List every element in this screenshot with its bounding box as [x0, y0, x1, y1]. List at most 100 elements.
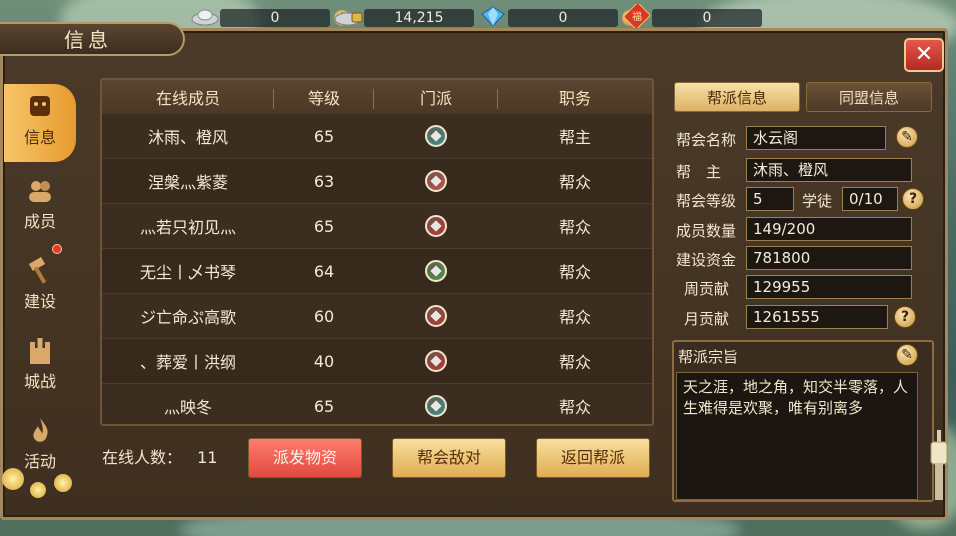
online-count: 在线人数： 11 [102, 444, 217, 468]
apprentice-label: 学徒 [802, 192, 833, 210]
sect-emblem-icon [425, 260, 447, 282]
guild-level-label: 帮会等级 [676, 192, 737, 210]
funds-field: 781800 [746, 246, 912, 270]
nav-label-citywar: 城战 [23, 372, 56, 391]
table-row[interactable]: 、葬爱丨洪纲 40 帮众 [102, 339, 652, 384]
purpose-text: 天之涯，地之角，知交半零落，人生难得是欢聚，唯有别离多 [676, 372, 918, 500]
tab-guild-info[interactable]: 帮派信息 [674, 82, 800, 112]
diamond-icon [478, 4, 508, 28]
members-count-label: 成员数量 [676, 222, 737, 240]
monthly-contribution-field: 1261555 [746, 305, 888, 329]
member-level: 40 [313, 351, 335, 371]
nav-label-info: 信息 [23, 128, 56, 147]
fortune-value: 0 [652, 8, 762, 27]
sect-emblem-icon [425, 350, 447, 372]
online-value: 11 [197, 448, 218, 467]
member-role: 帮众 [558, 353, 591, 372]
flame-icon [24, 416, 56, 446]
online-label: 在线人数： [102, 448, 183, 467]
header-sect: 门派 [374, 85, 498, 109]
edit-purpose-icon[interactable]: ✎ [896, 344, 918, 366]
monthly-contribution-label: 月贡献 [684, 310, 730, 328]
member-role: 帮主 [558, 128, 591, 147]
notification-dot [52, 244, 62, 254]
table-row[interactable]: 灬若只初见灬 65 帮众 [102, 204, 652, 249]
table-body: 沐雨、橙风 65 帮主 涅槃灬紫菱 63 帮众 灬若只初见灬 65 帮众 无尘丨… [102, 114, 652, 424]
diamond-resource: 0 + [478, 4, 638, 28]
members-table: 在线成员 等级 门派 职务 沐雨、橙风 65 帮主 涅槃灬紫菱 63 帮众 灬若… [100, 78, 654, 426]
guild-name-label: 帮会名称 [676, 131, 737, 149]
nav-label-build: 建设 [23, 292, 56, 311]
sect-emblem-icon [425, 125, 447, 147]
member-level: 64 [313, 261, 335, 281]
member-level: 63 [313, 171, 335, 191]
header-online-members: 在线成员 [102, 85, 274, 109]
members-count-field: 149/200 [746, 217, 912, 241]
hammer-icon [24, 256, 56, 286]
table-row[interactable]: 无尘丨乄书琴 64 帮众 [102, 249, 652, 294]
member-role: 帮众 [558, 308, 591, 327]
nav-item-build[interactable]: 建设 [4, 244, 76, 322]
member-level: 60 [313, 306, 335, 326]
page-title: 信息 [64, 28, 112, 52]
resource-bar: 0 + 14,215 0 + 福 0 [190, 2, 762, 30]
apprentice-field: 0/10 [842, 187, 898, 211]
member-role: 帮众 [558, 398, 591, 417]
bound-silver-resource: 14,215 [334, 4, 474, 28]
member-role: 帮众 [558, 173, 591, 192]
nav-item-info[interactable]: 信息 [4, 84, 76, 162]
castle-icon [24, 336, 56, 366]
leader-field: 沐雨、橙风 [746, 158, 912, 182]
tab-alliance-info[interactable]: 同盟信息 [806, 82, 932, 112]
left-nav: 信息 成员 建设 城战 活动 [4, 84, 76, 484]
silver-value: 0 [220, 8, 330, 27]
weekly-contribution-field: 129955 [746, 275, 912, 299]
member-level: 65 [313, 216, 335, 236]
table-row[interactable]: 沐雨、橙风 65 帮主 [102, 114, 652, 159]
table-row[interactable]: ジ亡命ぷ高歌 60 帮众 [102, 294, 652, 339]
flower-decoration [30, 482, 46, 498]
guild-name-field: 水云阁 [746, 126, 886, 150]
edit-name-icon[interactable]: ✎ [896, 126, 918, 148]
bound-silver-value: 14,215 [364, 8, 474, 27]
funds-label: 建设资金 [676, 251, 737, 269]
nav-item-citywar[interactable]: 城战 [4, 328, 76, 402]
help-icon[interactable]: ? [894, 306, 916, 328]
sect-emblem-icon [425, 305, 447, 327]
silver-ingot-icon [190, 4, 220, 28]
member-level: 65 [313, 126, 335, 146]
close-button[interactable]: ✕ [904, 38, 944, 72]
sect-emblem-icon [425, 395, 447, 417]
info-tabs: 帮派信息 同盟信息 [672, 82, 934, 114]
fortune-resource: 福 0 [622, 2, 762, 30]
member-role: 帮众 [558, 263, 591, 282]
table-row[interactable]: 灬映冬 65 帮众 [102, 384, 652, 424]
locked-silver-icon [334, 4, 364, 28]
diamond-value: 0 [508, 8, 618, 27]
guild-enemy-button[interactable]: 帮会敌对 [392, 438, 506, 478]
member-level: 65 [313, 396, 335, 416]
nav-label-members: 成员 [23, 212, 56, 231]
return-guild-button[interactable]: 返回帮派 [536, 438, 650, 478]
sect-emblem-icon [425, 215, 447, 237]
member-name: 无尘丨乄书琴 [139, 263, 236, 282]
table-header: 在线成员 等级 门派 职务 [102, 80, 652, 114]
member-name: 灬映冬 [163, 398, 212, 417]
silver-resource: 0 + [190, 4, 350, 28]
fortune-coin-icon: 福 [622, 2, 652, 30]
flower-decoration [2, 468, 24, 490]
table-row[interactable]: 涅槃灬紫菱 63 帮众 [102, 159, 652, 204]
help-icon[interactable]: ? [902, 188, 924, 210]
member-name: 沐雨、橙风 [147, 128, 228, 147]
member-role: 帮众 [558, 218, 591, 237]
members-icon [24, 176, 56, 206]
distribute-supplies-button[interactable]: 派发物资 [248, 438, 362, 478]
nav-item-members[interactable]: 成员 [4, 168, 76, 242]
member-name: ジ亡命ぷ高歌 [139, 308, 236, 327]
lantern-decoration [928, 430, 950, 500]
info-icon [24, 92, 56, 122]
purpose-label: 帮派宗旨 [678, 348, 739, 366]
header-level: 等级 [274, 85, 374, 109]
leader-label: 帮 主 [676, 163, 722, 181]
header-role: 职务 [558, 89, 591, 108]
